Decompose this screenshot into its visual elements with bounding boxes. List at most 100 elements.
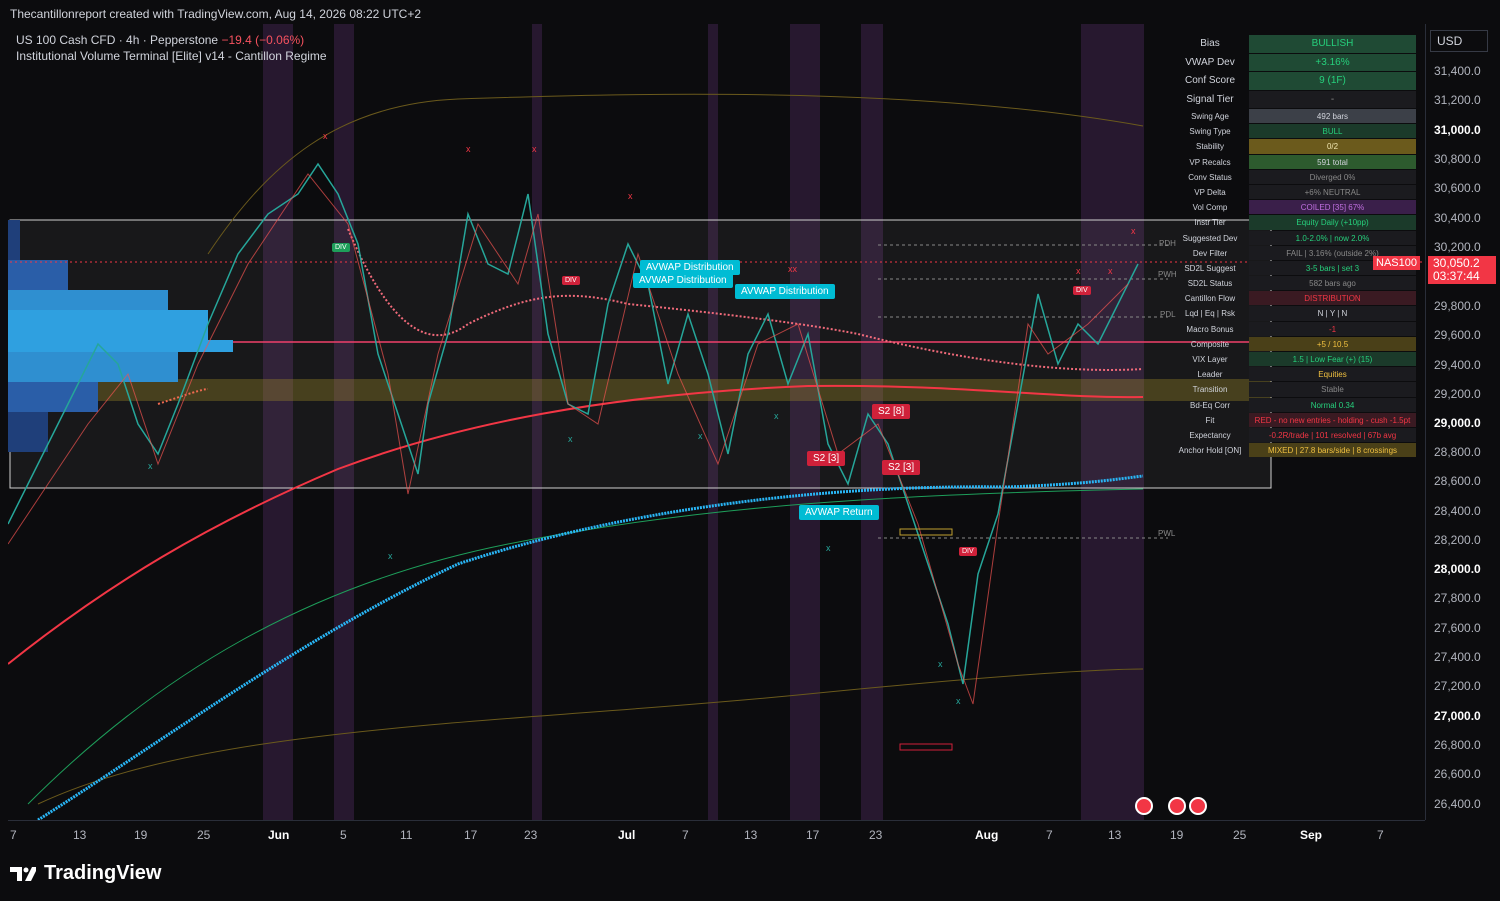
- indicator-title[interactable]: Institutional Volume Terminal [Elite] v1…: [16, 48, 327, 64]
- stats-row: Transition Stable: [1174, 382, 1416, 397]
- price-tick-label: 27,000.0: [1434, 709, 1481, 723]
- symbol-title[interactable]: US 100 Cash CFD · 4h · Pepperstone: [16, 33, 218, 47]
- symbol-line[interactable]: US 100 Cash CFD · 4h · Pepperstone −19.4…: [16, 32, 327, 48]
- div-label-1: DIV: [562, 276, 580, 285]
- svg-text:xx: xx: [788, 264, 798, 274]
- stats-value: RED - no new entries - holding - cush -1…: [1249, 412, 1416, 427]
- time-tick-label: 17: [464, 828, 478, 842]
- stats-value: +3.16%: [1249, 53, 1416, 71]
- svg-text:x: x: [466, 144, 471, 154]
- price-tick-label: 30,200.0: [1434, 240, 1481, 254]
- time-tick-label: 23: [869, 828, 883, 842]
- stats-row: Cantillon Flow DISTRIBUTION: [1174, 291, 1416, 306]
- stats-row: Bias BULLISH: [1174, 35, 1416, 54]
- svg-text:x: x: [1076, 266, 1081, 276]
- stats-row: VWAP Dev +3.16%: [1174, 53, 1416, 73]
- svg-text:x: x: [568, 434, 573, 444]
- stats-value: Stable: [1249, 382, 1416, 397]
- stats-key: Expectancy: [1189, 430, 1231, 440]
- stats-key: VWAP Dev: [1185, 56, 1235, 68]
- stats-key: Swing Type: [1189, 127, 1231, 137]
- time-tick-label: 7: [1046, 828, 1053, 842]
- stats-value: +5 / 10.5: [1249, 336, 1416, 351]
- price-tick-label: 28,200.0: [1434, 533, 1481, 547]
- stats-row: SD2L Status 582 bars ago: [1174, 276, 1416, 291]
- stats-value: 582 bars ago: [1249, 276, 1416, 291]
- stats-row: Bd-Eq Corr Normal 0.34: [1174, 397, 1416, 413]
- price-tick-label: 29,200.0: [1434, 387, 1481, 401]
- stats-row: Lqd | Eq | Rsk N | Y | N: [1174, 306, 1416, 321]
- green-band: [27, 488, 1144, 805]
- price-axis[interactable]: 31,400.0 31,200.0 31,000.0 30,800.0 30,600.0…: [1425, 24, 1500, 820]
- svg-text:x: x: [1131, 226, 1136, 236]
- time-tick-label: Jun: [268, 828, 290, 842]
- stats-key: Composite: [1190, 339, 1230, 349]
- time-axis[interactable]: 7 13 19 25 Jun 5 11 17 23 Jul 7 13 17 23 Aug 7 13 19 25 Sep…: [8, 820, 1425, 847]
- stats-value: Diverged 0%: [1249, 169, 1416, 184]
- time-tick-label: 25: [197, 828, 211, 842]
- stats-row: Anchor Hold [ON] MIXED | 27.8 bars/side |…: [1174, 443, 1416, 458]
- time-tick-label: 23: [524, 828, 538, 842]
- stats-row: Swing Age 492 bars: [1174, 109, 1416, 124]
- stats-key: Stability: [1195, 142, 1224, 152]
- time-tick-label: Aug: [975, 828, 999, 842]
- stats-row: VP Recalcs 591 total: [1174, 154, 1416, 170]
- svg-text:x: x: [698, 431, 703, 441]
- stats-value: +6% NEUTRAL: [1249, 184, 1416, 200]
- svg-text:x: x: [1108, 266, 1113, 276]
- stats-value: 1.0-2.0% | now 2.0%: [1249, 230, 1416, 245]
- stats-row: VIX Layer 1.5 | Low Fear (+) (15): [1174, 352, 1416, 367]
- price-tick-label: 28,000.0: [1434, 562, 1481, 576]
- stats-key: Leader: [1197, 370, 1223, 380]
- symbol-price-tag: NAS100: [1373, 256, 1420, 270]
- price-tick-label: 29,000.0: [1434, 416, 1481, 430]
- price-tick-label: 27,400.0: [1434, 650, 1481, 664]
- time-tick-label: 13: [1108, 828, 1122, 842]
- stats-row: Expectancy -0.2R/trade | 101 resolved | 6…: [1174, 427, 1416, 443]
- stats-row: Fit RED - no new entries - holding - cush…: [1174, 412, 1416, 428]
- price-tick-label: 29,600.0: [1434, 328, 1481, 342]
- stats-value: N | Y | N: [1249, 306, 1416, 321]
- stats-key: Lqd | Eq | Rsk: [1185, 309, 1235, 319]
- stats-value: Normal 0.34: [1249, 397, 1416, 412]
- stats-key: Bias: [1200, 38, 1220, 49]
- stats-row: Instr Tier Equity Daily (+10pp): [1174, 215, 1416, 230]
- time-tick-label: 19: [1170, 828, 1184, 842]
- stats-key: Bd-Eq Corr: [1189, 400, 1230, 410]
- svg-text:x: x: [826, 543, 831, 553]
- price-tick-label: 31,000.0: [1434, 123, 1481, 137]
- stats-row: Vol Comp COILED [35] 67%: [1174, 200, 1416, 215]
- price-tick-label: 28,600.0: [1434, 474, 1481, 488]
- svg-text:x: x: [938, 659, 943, 669]
- svg-text:x: x: [148, 461, 153, 471]
- us-flag-event-icon[interactable]: [1189, 797, 1207, 815]
- svg-text:x: x: [774, 411, 779, 421]
- current-price-label: 30,050.2 03:37:44: [1428, 256, 1496, 284]
- stats-value: COILED [35] 67%: [1249, 200, 1416, 215]
- price-tick-label: 26,600.0: [1434, 767, 1481, 781]
- stats-row: Suggested Dev 1.0-2.0% | now 2.0%: [1174, 230, 1416, 246]
- stats-key: VIX Layer: [1192, 355, 1228, 364]
- stats-value: -0.2R/trade | 101 resolved | 67b avg: [1249, 427, 1416, 443]
- stats-value: Equity Daily (+10pp): [1249, 215, 1416, 230]
- div-label-2: DIV: [1073, 286, 1091, 295]
- stats-value: BULL: [1249, 124, 1416, 139]
- price-tick-label: 27,800.0: [1434, 591, 1481, 605]
- div-label-4: DIV: [332, 243, 350, 252]
- stats-value: MIXED | 27.8 bars/side | 8 crossings: [1249, 443, 1416, 458]
- us-flag-event-icon[interactable]: [1168, 797, 1186, 815]
- s2-label-3: S2 [8]: [872, 404, 911, 419]
- stats-key: Cantillon Flow: [1184, 294, 1236, 304]
- lower-band: [37, 668, 1144, 805]
- stats-value: 9 (1F): [1249, 72, 1416, 90]
- stats-row: VP Delta +6% NEUTRAL: [1174, 184, 1416, 200]
- stats-key: Transition: [1192, 385, 1228, 395]
- attribution-text: Thecantillonreport created with TradingV…: [10, 7, 422, 21]
- stats-key: Dev Filter: [1192, 248, 1228, 258]
- price-tick-label: 28,800.0: [1434, 445, 1481, 459]
- avwap-distribution-label-3: AVWAP Distribution: [735, 284, 835, 299]
- stats-row: Leader Equities: [1174, 367, 1416, 382]
- us-flag-event-icon[interactable]: [1135, 797, 1153, 815]
- bar-countdown: 03:37:44: [1433, 269, 1480, 283]
- avwap-return-label: AVWAP Return: [799, 505, 879, 520]
